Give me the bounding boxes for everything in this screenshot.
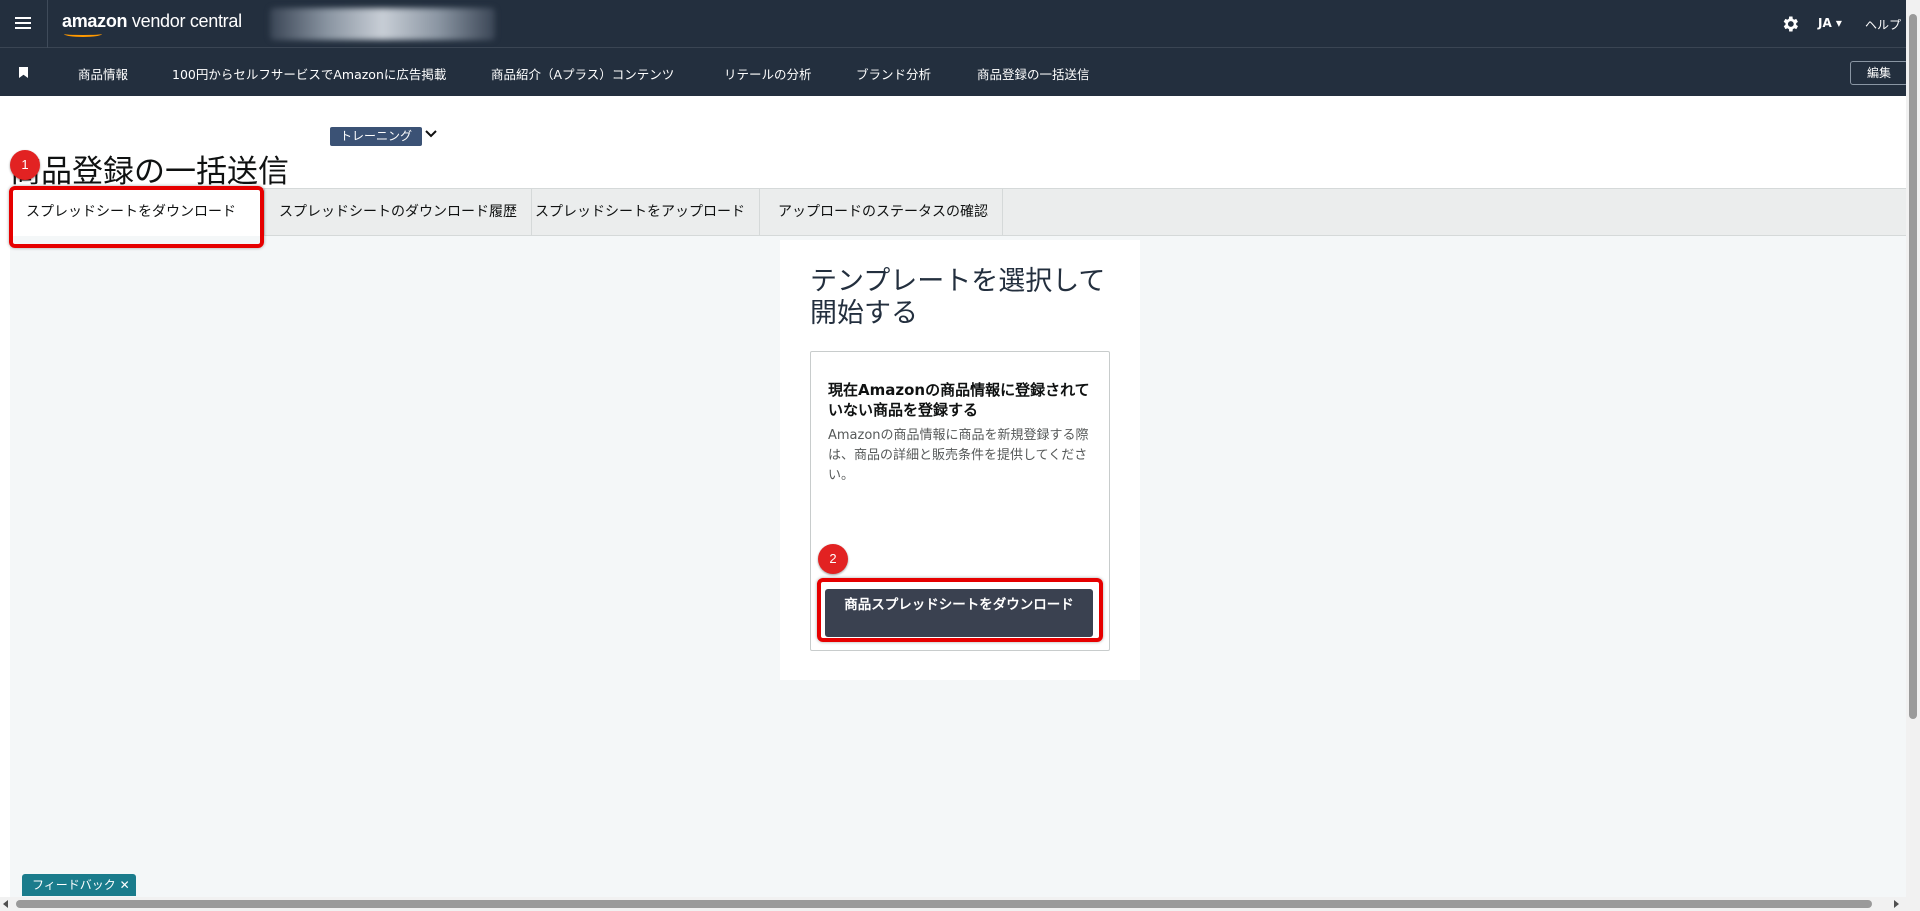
tab-upload-status[interactable]: アップロードのステータスの確認 [764, 189, 1003, 236]
panel-heading: テンプレートを選択して開始する [810, 266, 1106, 329]
help-link[interactable]: ヘルプ [1865, 16, 1901, 33]
close-icon[interactable]: ✕ [120, 878, 130, 892]
nav-item-product-info[interactable]: 商品情報 [78, 64, 128, 83]
step-2-marker: 2 [818, 544, 848, 574]
blurred-account-name [270, 8, 495, 40]
feedback-tab[interactable]: フィードバック ✕ [22, 874, 136, 896]
secondary-nav: 商品情報 100円からセルフサービスでAmazonに広告掲載 商品紹介（Aプラス… [0, 48, 1920, 96]
scroll-left-icon[interactable] [3, 900, 8, 908]
nav-item-retail-analytics[interactable]: リテールの分析 [724, 64, 812, 83]
top-header: amazon vendor central JA ▾ ヘルプ [0, 0, 1920, 48]
template-panel: テンプレートを選択して開始する 現在Amazonの商品情報に登録されていない商品… [780, 240, 1140, 680]
training-badge: トレーニング [330, 127, 423, 146]
nav-item-bulk-listing[interactable]: 商品登録の一括送信 [977, 64, 1090, 83]
vertical-scroll-thumb[interactable] [1909, 14, 1917, 719]
download-spreadsheet-button[interactable]: 商品スプレッドシートをダウンロード [825, 589, 1093, 637]
tab-bar: スプレッドシートをダウンロード スプレッドシートのダウンロード履歴 スプレッドシ… [10, 188, 1906, 237]
tab-upload-spreadsheet[interactable]: スプレッドシートをアップロード [521, 189, 760, 236]
logo-brand: amazon [62, 11, 128, 31]
menu-icon[interactable] [12, 14, 34, 34]
header-divider [47, 0, 48, 48]
step-1-marker: 1 [10, 150, 40, 180]
page-title: 商品登録の一括送信 [10, 154, 289, 190]
horizontal-scroll-thumb[interactable] [16, 900, 1872, 908]
tab-download-history[interactable]: スプレッドシートのダウンロード履歴 [265, 189, 532, 236]
vendor-central-logo[interactable]: amazon vendor central [62, 11, 242, 37]
vertical-scrollbar[interactable] [1906, 0, 1920, 911]
tab-download-spreadsheet[interactable]: スプレッドシートをダウンロード [10, 189, 265, 237]
logo-smile-icon [64, 31, 102, 37]
nav-item-advertising[interactable]: 100円からセルフサービスでAmazonに広告掲載 [172, 64, 446, 83]
bookmark-icon[interactable] [19, 67, 28, 78]
feedback-label: フィードバック [32, 878, 116, 892]
language-selector[interactable]: JA ▾ [1818, 16, 1842, 30]
card-description: Amazonの商品情報に商品を新規登録する際は、商品の詳細と販売条件を提供してく… [828, 428, 1089, 483]
logo-suffix: vendor central [127, 11, 242, 31]
edit-nav-button[interactable]: 編集 [1850, 61, 1908, 85]
chevron-down-icon[interactable] [424, 127, 438, 141]
nav-item-brand-analytics[interactable]: ブランド分析 [856, 64, 931, 83]
scroll-right-icon[interactable] [1894, 900, 1899, 908]
nav-item-aplus-content[interactable]: 商品紹介（Aプラス）コンテンツ [491, 64, 674, 83]
horizontal-scrollbar[interactable] [0, 897, 1906, 911]
card-title: 現在Amazonの商品情報に登録されていない商品を登録する [828, 381, 1090, 419]
gear-icon[interactable] [1780, 14, 1800, 34]
template-card: 現在Amazonの商品情報に登録されていない商品を登録する Amazonの商品情… [810, 351, 1110, 651]
